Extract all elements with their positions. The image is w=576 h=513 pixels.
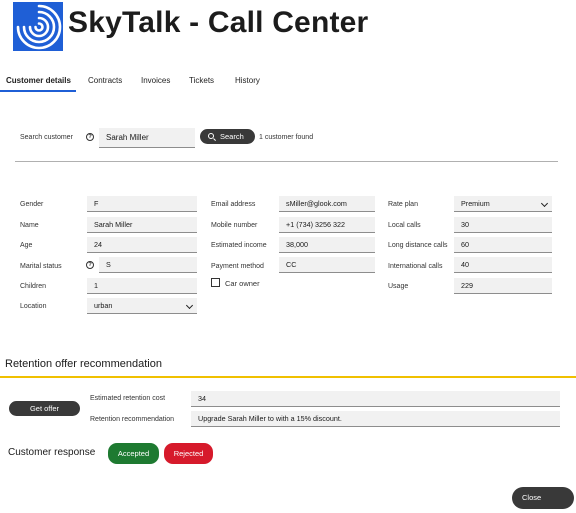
active-tab-indicator <box>0 90 76 92</box>
name-field[interactable]: Sarah Miller <box>87 217 197 233</box>
long-distance-field[interactable]: 60 <box>454 237 552 253</box>
international-field[interactable]: 40 <box>454 257 552 273</box>
tab-history[interactable]: History <box>235 70 260 92</box>
retention-recommendation-field[interactable]: Upgrade Sarah Miller to with a 15% disco… <box>191 411 560 427</box>
customer-response-label: Customer response <box>8 447 96 458</box>
marital-status-label: Marital status <box>20 263 62 270</box>
tab-bar: Customer details Contracts Invoices Tick… <box>0 70 576 92</box>
rate-plan-label: Rate plan <box>388 201 418 208</box>
tab-customer-details[interactable]: Customer details <box>6 70 71 92</box>
location-value: urban <box>94 301 113 310</box>
retention-section-title: Retention offer recommendation <box>5 358 162 370</box>
accepted-button[interactable]: Accepted <box>108 443 159 464</box>
payment-label: Payment method <box>211 263 264 270</box>
location-select[interactable]: urban <box>87 298 197 314</box>
section-accent-rule <box>0 376 576 378</box>
email-label: Email address <box>211 201 256 208</box>
search-customer-label: Search customer <box>20 134 73 141</box>
swirl-logo-icon <box>16 4 62 50</box>
close-button[interactable]: Close <box>512 487 574 509</box>
chevron-down-icon <box>185 301 194 310</box>
rate-plan-select[interactable]: Premium <box>454 196 552 212</box>
income-field[interactable]: 38,000 <box>279 237 375 253</box>
retention-cost-label: Estimated retention cost <box>90 395 166 402</box>
rate-plan-value: Premium <box>461 199 490 208</box>
mobile-label: Mobile number <box>211 222 258 229</box>
name-label: Name <box>20 222 39 229</box>
retention-recommendation-label: Retention recommendation <box>90 416 175 423</box>
tab-contracts[interactable]: Contracts <box>88 70 122 92</box>
search-result-text: 1 customer found <box>259 134 314 141</box>
children-label: Children <box>20 283 47 290</box>
income-label: Estimated income <box>211 242 267 249</box>
gender-label: Gender <box>20 201 44 208</box>
skytalk-logo <box>13 2 63 51</box>
help-icon[interactable]: ? <box>86 261 94 269</box>
children-field[interactable]: 1 <box>87 278 197 294</box>
get-offer-button[interactable]: Get offer <box>9 401 80 416</box>
help-icon[interactable]: ? <box>86 133 94 141</box>
local-calls-field[interactable]: 30 <box>454 217 552 233</box>
location-label: Location <box>20 303 47 310</box>
age-field[interactable]: 24 <box>87 237 197 253</box>
app-title: SkyTalk - Call Center <box>68 6 369 39</box>
search-button-label: Search <box>220 132 244 141</box>
payment-field[interactable]: CC <box>279 257 375 273</box>
local-calls-label: Local calls <box>388 222 421 229</box>
chevron-down-icon <box>540 199 549 208</box>
email-field[interactable]: sMiller@glook.com <box>279 196 375 212</box>
marital-status-field[interactable]: S <box>99 257 197 273</box>
age-label: Age <box>20 242 33 249</box>
tab-tickets[interactable]: Tickets <box>189 70 214 92</box>
car-owner-label: Car owner <box>225 279 260 288</box>
long-distance-label: Long distance calls <box>388 242 448 249</box>
tab-invoices[interactable]: Invoices <box>141 70 170 92</box>
car-owner-checkbox[interactable] <box>211 278 220 287</box>
rejected-button[interactable]: Rejected <box>164 443 213 464</box>
search-button[interactable]: Search <box>200 129 255 144</box>
search-icon <box>208 133 214 139</box>
divider <box>15 161 558 162</box>
usage-label: Usage <box>388 283 409 290</box>
international-label: International calls <box>388 263 443 270</box>
mobile-field[interactable]: +1 (734) 3256 322 <box>279 217 375 233</box>
gender-field[interactable]: F <box>87 196 197 212</box>
usage-field[interactable]: 229 <box>454 278 552 294</box>
search-input[interactable]: Sarah Miller <box>99 128 195 148</box>
retention-cost-field[interactable]: 34 <box>191 391 560 407</box>
